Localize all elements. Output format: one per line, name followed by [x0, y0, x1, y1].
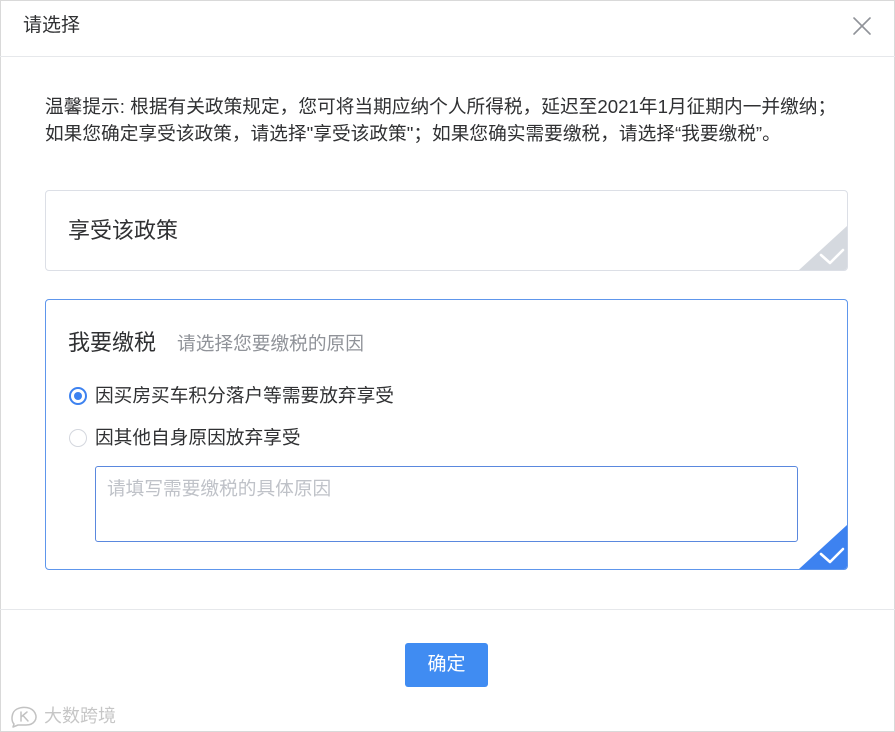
corner-triangle — [799, 226, 847, 270]
option-pay-tax[interactable]: 我要缴税 请选择您要缴税的原因 因买房买车积分落户等需要放弃享受 因其他自身原因放… — [45, 299, 848, 570]
radio-label: 因其他自身原因放弃享受 — [95, 427, 301, 448]
reason-radio-other[interactable]: 因其他自身原因放弃享受 — [69, 425, 301, 451]
footer-divider — [0, 609, 895, 610]
checkmark-icon — [799, 226, 847, 270]
close-button[interactable] — [851, 15, 873, 37]
reason-textarea[interactable] — [95, 466, 798, 542]
option-label: 我要缴税 — [68, 330, 157, 355]
confirm-button[interactable]: 确定 — [405, 643, 488, 687]
option-hint: 请选择您要缴税的原因 — [177, 333, 364, 354]
watermark: 大数跨境 — [8, 703, 116, 729]
radio-label: 因买房买车积分落户等需要放弃享受 — [95, 385, 394, 406]
radio-button[interactable] — [69, 387, 87, 405]
reason-radio-housing[interactable]: 因买房买车积分落户等需要放弃享受 — [69, 383, 394, 409]
radio-button[interactable] — [69, 429, 87, 447]
notice-line: 如果您确定享受该政策，请选择"享受该政策"；如果您确实需要缴税，请选择“我要缴税… — [45, 123, 781, 144]
watermark-text: 大数跨境 — [44, 706, 116, 726]
select-dialog: 请选择 温馨提示: 根据有关政策规定，您可将当期应纳个人所得税，延迟至2021年… — [0, 0, 895, 732]
corner-triangle — [799, 525, 847, 569]
notice-text: 温馨提示: 根据有关政策规定，您可将当期应纳个人所得税，延迟至2021年1月征期… — [45, 93, 875, 147]
notice-line: 温馨提示: 根据有关政策规定，您可将当期应纳个人所得税，延迟至2021年1月征期… — [45, 96, 837, 117]
dialog-header: 请选择 — [0, 0, 895, 57]
option-enjoy-policy[interactable]: 享受该政策 — [45, 190, 848, 271]
checkmark-icon — [799, 525, 847, 569]
option-header: 我要缴税 请选择您要缴税的原因 — [68, 328, 364, 358]
option-label: 享受该政策 — [68, 218, 179, 243]
dialog-title: 请选择 — [23, 15, 81, 36]
close-icon — [853, 17, 871, 35]
brand-logo-icon — [11, 706, 37, 728]
